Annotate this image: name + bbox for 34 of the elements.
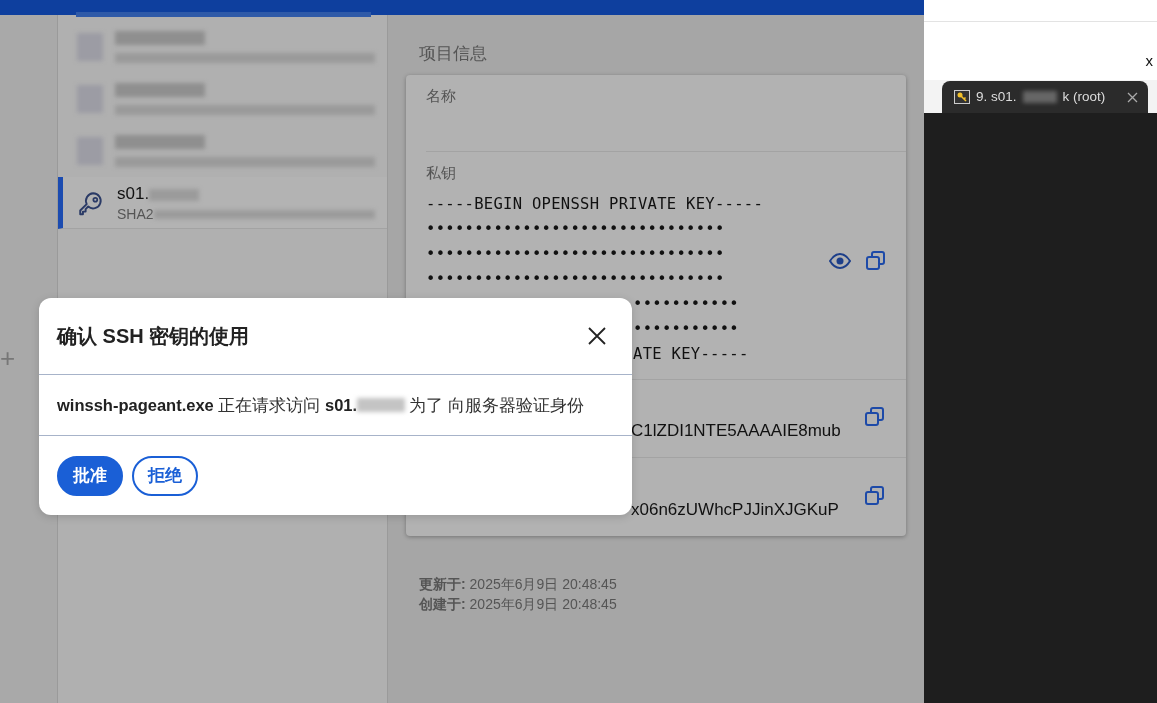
copy-icon[interactable]	[864, 484, 885, 506]
key-list-item[interactable]: s01. SHA2	[58, 177, 387, 229]
terminal-tab[interactable]: 9. s01. k (root)	[942, 81, 1148, 113]
key-text-line: ATE KEY-----	[633, 344, 749, 365]
copy-icon[interactable]	[865, 249, 886, 271]
created-text: 创建于: 2025年6月9日 20:48:45	[419, 595, 618, 614]
copy-icon[interactable]	[864, 406, 885, 427]
dialog-message: 为了 向服务器验证身份	[409, 394, 584, 416]
key-fingerprint: SHA2	[117, 206, 154, 223]
dialog-title: 确认 SSH 密钥的使用	[57, 324, 250, 348]
key-text-line: -----BEGIN OPENSSH PRIVATE KEY-----	[426, 194, 764, 215]
key-icon	[954, 90, 970, 104]
approve-button[interactable]: 批准	[57, 455, 123, 496]
close-icon[interactable]	[1127, 91, 1138, 103]
close-button[interactable]	[588, 327, 606, 345]
field-label: 私钥	[426, 162, 456, 183]
key-text-line: •••••••••••••••••••••••••••••••	[426, 269, 725, 290]
deny-button[interactable]: 拒绝	[132, 455, 198, 496]
updated-text: 更新于: 2025年6月9日 20:48:45	[419, 575, 618, 594]
page-text: x	[1144, 51, 1154, 71]
key-text-line: •••••••••••••••••••••••••••••••	[426, 219, 725, 240]
key-text-line: •••••••••••••••••••••••••••••••	[426, 244, 725, 265]
dialog-message: winssh-pageant.exe 正在请求访问 s01.	[57, 394, 358, 416]
key-text-line: •••••••••••	[633, 294, 739, 315]
blurred-text	[357, 398, 406, 412]
key-name: s01.	[117, 184, 150, 204]
blurred-text	[1022, 91, 1057, 103]
field-value: x06n6zUWhcPJJinXJGKuP	[631, 498, 840, 521]
tab-title: k (root)	[1062, 87, 1106, 106]
section-heading: 项目信息	[418, 43, 488, 65]
key-text-line: •••••••••••	[633, 319, 739, 340]
field-label: 名称	[426, 85, 456, 106]
field-value: C1lZDI1NTE5AAAAIE8mub	[631, 419, 842, 442]
tab-title: 9. s01.	[976, 87, 1017, 106]
